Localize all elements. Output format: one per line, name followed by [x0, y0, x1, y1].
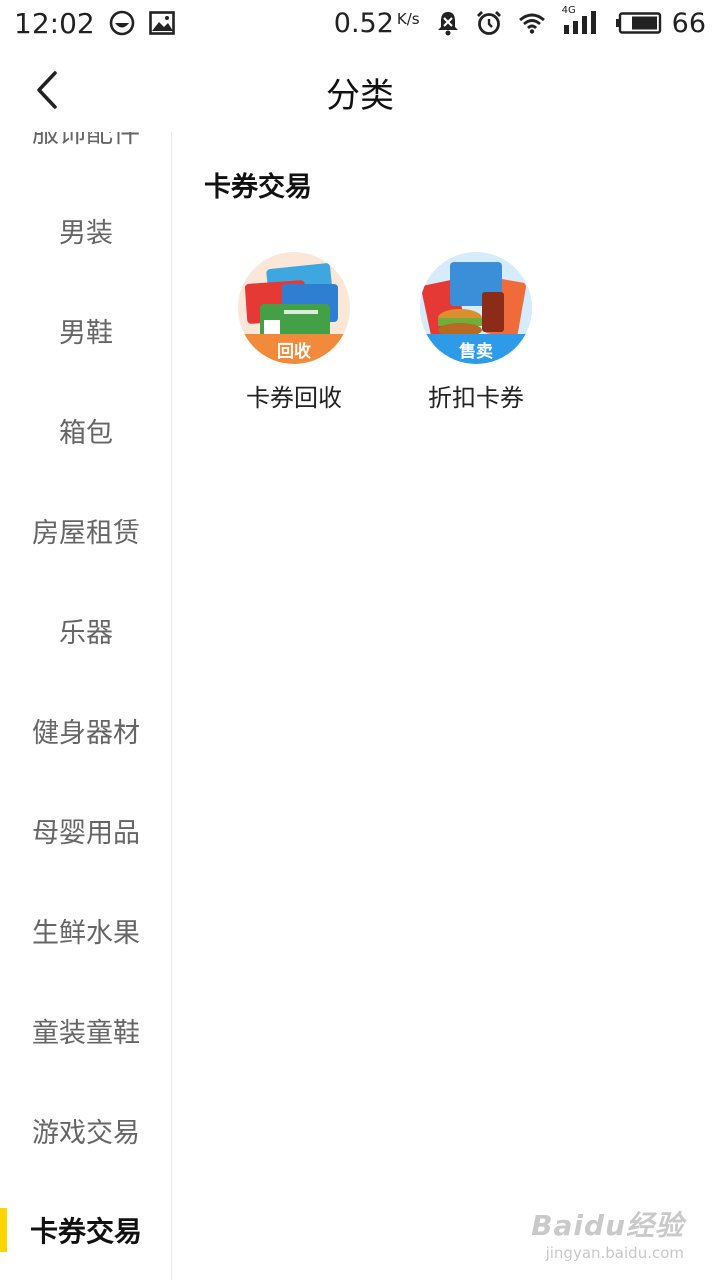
battery-icon: [615, 12, 662, 34]
sidebar-item-bags[interactable]: 箱包: [0, 380, 171, 480]
net-speed-value: 0.52: [333, 7, 394, 39]
watermark: Baidu经验 jingyan.baidu.com: [531, 1204, 684, 1262]
sidebar-item-label: 母婴用品: [32, 817, 140, 849]
sidebar-item-label: 男装: [59, 217, 113, 249]
sidebar-item-baby[interactable]: 母婴用品: [0, 780, 171, 880]
sidebar-item-coupon-trade[interactable]: 卡券交易: [0, 1180, 171, 1280]
sidebar-item-kids-clothing[interactable]: 童装童鞋: [0, 980, 171, 1080]
net-speed: 0.52 K/s: [334, 8, 420, 39]
status-right: 0.52 K/s 4G 66: [334, 5, 706, 39]
sidebar-item-game-trade[interactable]: 游戏交易: [0, 1080, 171, 1180]
discount-coupon-badge: 售卖: [420, 334, 532, 364]
bell-off-icon: [436, 10, 460, 36]
signal-label: 4G: [561, 5, 576, 16]
sidebar-item-label: 服饰配件: [32, 132, 140, 149]
sidebar-item-menswear[interactable]: 男装: [0, 180, 171, 280]
battery-level: 66: [671, 7, 706, 39]
subcategory-discount-coupon[interactable]: 售卖 折扣卡券: [385, 252, 567, 413]
sidebar-item-fitness[interactable]: 健身器材: [0, 680, 171, 780]
status-time: 12:02: [14, 6, 95, 40]
section-title: 卡券交易: [204, 172, 312, 203]
sidebar-item-label: 房屋租赁: [32, 517, 140, 549]
sidebar-list: 服饰配件 男装 男鞋 箱包 房屋租赁 乐器 健身器材 母婴用品 生鲜水果 童装童…: [0, 132, 171, 1280]
discount-coupon-icon: 售卖: [420, 252, 532, 364]
sidebar-item-label: 卡券交易: [29, 1215, 142, 1248]
header: 分类: [0, 46, 720, 132]
signal-icon: 4G: [562, 5, 600, 35]
category-content: 卡券交易 回收 卡券回收 售卖 折扣卡券: [173, 132, 720, 1280]
face-icon: [109, 10, 135, 36]
sidebar-item-label: 生鲜水果: [32, 917, 140, 949]
sidebar-item-label: 箱包: [59, 417, 113, 449]
watermark-logo: Baidu经验: [531, 1209, 684, 1242]
watermark-url: jingyan.baidu.com: [545, 1244, 684, 1262]
alarm-icon: [476, 10, 502, 36]
subcategory-label: 卡券回收: [246, 384, 342, 412]
sidebar-item-label: 健身器材: [32, 717, 140, 749]
image-icon: [148, 11, 175, 35]
status-bar: 12:02 0.52 K/s 4G 66: [0, 0, 720, 46]
wifi-icon: [518, 12, 546, 34]
subcategory-label: 折扣卡券: [428, 384, 524, 412]
subcategory-coupon-recycle[interactable]: 回收 卡券回收: [203, 252, 385, 413]
net-speed-unit: K/s: [396, 9, 420, 28]
sidebar-item-label: 男鞋: [59, 317, 113, 349]
sidebar-item-housing-rental[interactable]: 房屋租赁: [0, 480, 171, 580]
sidebar-item-instruments[interactable]: 乐器: [0, 580, 171, 680]
sidebar-item-accessories[interactable]: 服饰配件: [0, 132, 171, 180]
sidebar-item-label: 童装童鞋: [32, 1017, 140, 1049]
sidebar-item-mens-shoes[interactable]: 男鞋: [0, 280, 171, 380]
sidebar-item-label: 游戏交易: [32, 1117, 140, 1149]
coupon-recycle-icon: 回收: [238, 252, 350, 364]
page-title: 分类: [326, 76, 394, 116]
subcategory-grid: 回收 卡券回收 售卖 折扣卡券: [203, 252, 567, 413]
sidebar-item-fresh-fruit[interactable]: 生鲜水果: [0, 880, 171, 980]
sidebar-item-label: 乐器: [59, 617, 113, 649]
category-sidebar[interactable]: 服饰配件 男装 男鞋 箱包 房屋租赁 乐器 健身器材 母婴用品 生鲜水果 童装童…: [0, 132, 172, 1280]
coupon-recycle-badge: 回收: [238, 334, 350, 364]
